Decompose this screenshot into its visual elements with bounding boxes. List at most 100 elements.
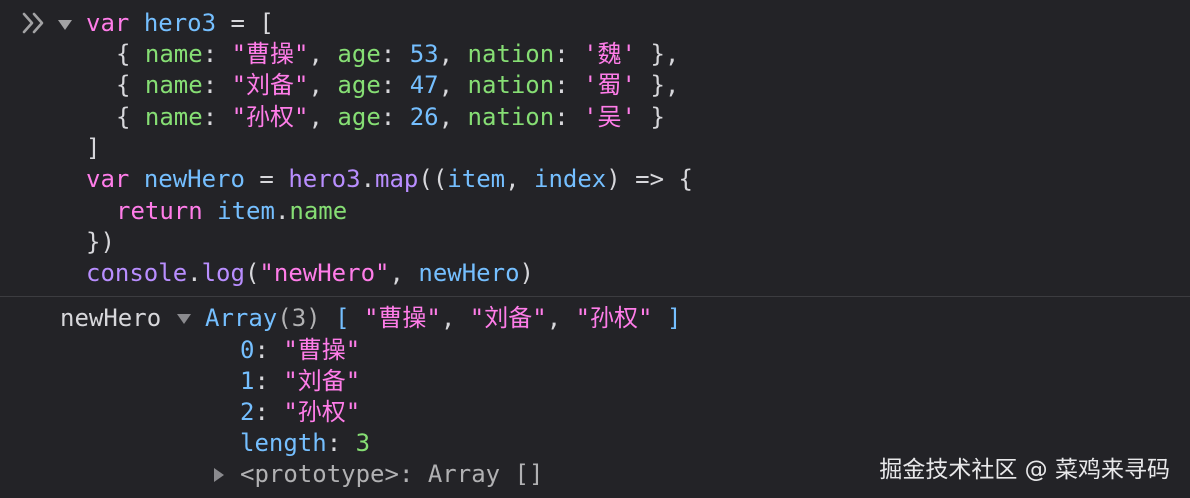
colon: : — [380, 40, 410, 68]
dot: . — [274, 197, 290, 225]
code-line-3: { name: "刘备", age: 47, nation: '蜀' }, — [116, 70, 679, 101]
entry-key: 1 — [240, 367, 255, 395]
property-key: nation — [467, 71, 555, 99]
length-key: length — [240, 429, 327, 457]
array-preview[interactable]: Array(3) [ "曹操", "刘备", "孙权" ] — [205, 303, 681, 334]
property-key: age — [337, 71, 381, 99]
property-key: nation — [467, 103, 555, 131]
preview-bracket: ] — [652, 304, 682, 332]
triangle-down-icon[interactable] — [58, 20, 72, 30]
code-line-2: { name: "曹操", age: 53, nation: '魏' }, — [116, 39, 679, 70]
string-value: '吴' — [583, 103, 637, 131]
identifier: newHero — [143, 165, 245, 193]
entry-key: 0 — [240, 336, 255, 364]
entry-value: "刘备" — [283, 367, 361, 395]
preview-item: "曹操" — [363, 304, 441, 332]
colon: : — [202, 40, 232, 68]
console-input-block[interactable]: var hero3 = [ { name: "曹操", age: 53, nat… — [0, 0, 1190, 296]
watermark: 掘金技术社区 @ 菜鸡来寻码 — [879, 457, 1170, 483]
colon: : — [202, 71, 232, 99]
property-key: age — [337, 40, 381, 68]
property-key: name — [144, 103, 203, 131]
brace: { — [116, 103, 145, 131]
object-ref: hero3 — [288, 165, 361, 193]
operator: = — [244, 165, 289, 193]
number-value: 26 — [409, 103, 439, 131]
code-line-1: var hero3 = [ — [86, 8, 274, 39]
paren: (( — [418, 165, 448, 193]
arrow: ) => { — [606, 165, 693, 193]
code-line-7: return item.name — [116, 196, 347, 227]
colon: : — [254, 398, 284, 426]
colon: : — [380, 103, 410, 131]
colon: : — [398, 460, 428, 488]
separator: , — [389, 259, 419, 287]
preview-item: "刘备" — [469, 304, 547, 332]
output-summary-line: newHero — [60, 303, 161, 334]
output-label: newHero — [60, 304, 162, 332]
property-key: name — [144, 40, 203, 68]
property-key: nation — [467, 40, 555, 68]
property-name: name — [289, 197, 348, 225]
operator: = [ — [216, 9, 274, 37]
brace: }, — [636, 40, 680, 68]
string-value: '蜀' — [583, 71, 637, 99]
prototype-value: Array [] — [427, 460, 544, 488]
triangle-down-icon[interactable] — [177, 314, 191, 324]
keyword: var — [86, 9, 130, 37]
colon: : — [380, 71, 410, 99]
array-type: Array — [205, 304, 278, 332]
colon: : — [554, 103, 584, 131]
separator: , — [438, 71, 468, 99]
separator: , — [440, 304, 470, 332]
dot: . — [360, 165, 376, 193]
brace: } — [636, 103, 665, 131]
preview-bracket: [ — [335, 304, 364, 332]
colon: : — [554, 40, 584, 68]
object-ref: console — [86, 259, 188, 287]
array-count: (3) — [277, 304, 321, 332]
dot: . — [187, 259, 202, 287]
array-length: length: 3 — [240, 428, 370, 459]
double-chevron-right-icon — [22, 12, 44, 34]
code-line-6: var newHero = hero3.map((item, index) =>… — [86, 164, 693, 195]
param: index — [534, 165, 607, 193]
code-line-4: { name: "孙权", age: 26, nation: '吴' } — [116, 102, 665, 133]
number-value: 47 — [409, 71, 439, 99]
code-line-5: ] — [86, 133, 100, 164]
object-ref: item — [217, 197, 275, 225]
identifier: hero3 — [143, 9, 217, 37]
prototype-label: <prototype> — [240, 460, 399, 488]
string-value: "刘备" — [231, 71, 309, 99]
separator: , — [546, 304, 576, 332]
array-entry: 0: "曹操" — [240, 335, 360, 366]
keyword: var — [86, 165, 130, 193]
entry-key: 2 — [240, 398, 255, 426]
preview-item: "孙权" — [575, 304, 653, 332]
brace: { — [116, 40, 145, 68]
code-line-9: console.log("newHero", newHero) — [86, 258, 534, 289]
entry-value: "曹操" — [283, 336, 361, 364]
prototype-row[interactable]: <prototype>: Array [] — [240, 459, 543, 490]
triangle-right-icon[interactable] — [214, 468, 224, 482]
colon: : — [554, 71, 584, 99]
separator: , — [308, 103, 338, 131]
separator: , — [308, 71, 338, 99]
close-bracket: ] — [86, 134, 101, 162]
string-value: "newHero" — [259, 259, 390, 287]
param: item — [447, 165, 506, 193]
colon: : — [202, 103, 232, 131]
separator: , — [308, 40, 338, 68]
array-entry: 2: "孙权" — [240, 397, 360, 428]
method-name: map — [375, 165, 419, 193]
colon: : — [254, 367, 284, 395]
length-value: 3 — [355, 429, 371, 457]
string-value: "孙权" — [231, 103, 309, 131]
colon: : — [254, 336, 284, 364]
property-key: age — [337, 103, 381, 131]
brace: }, — [636, 71, 680, 99]
paren: ) — [519, 259, 534, 287]
separator: , — [438, 103, 468, 131]
number-value: 53 — [409, 40, 439, 68]
paren: ( — [244, 259, 260, 287]
